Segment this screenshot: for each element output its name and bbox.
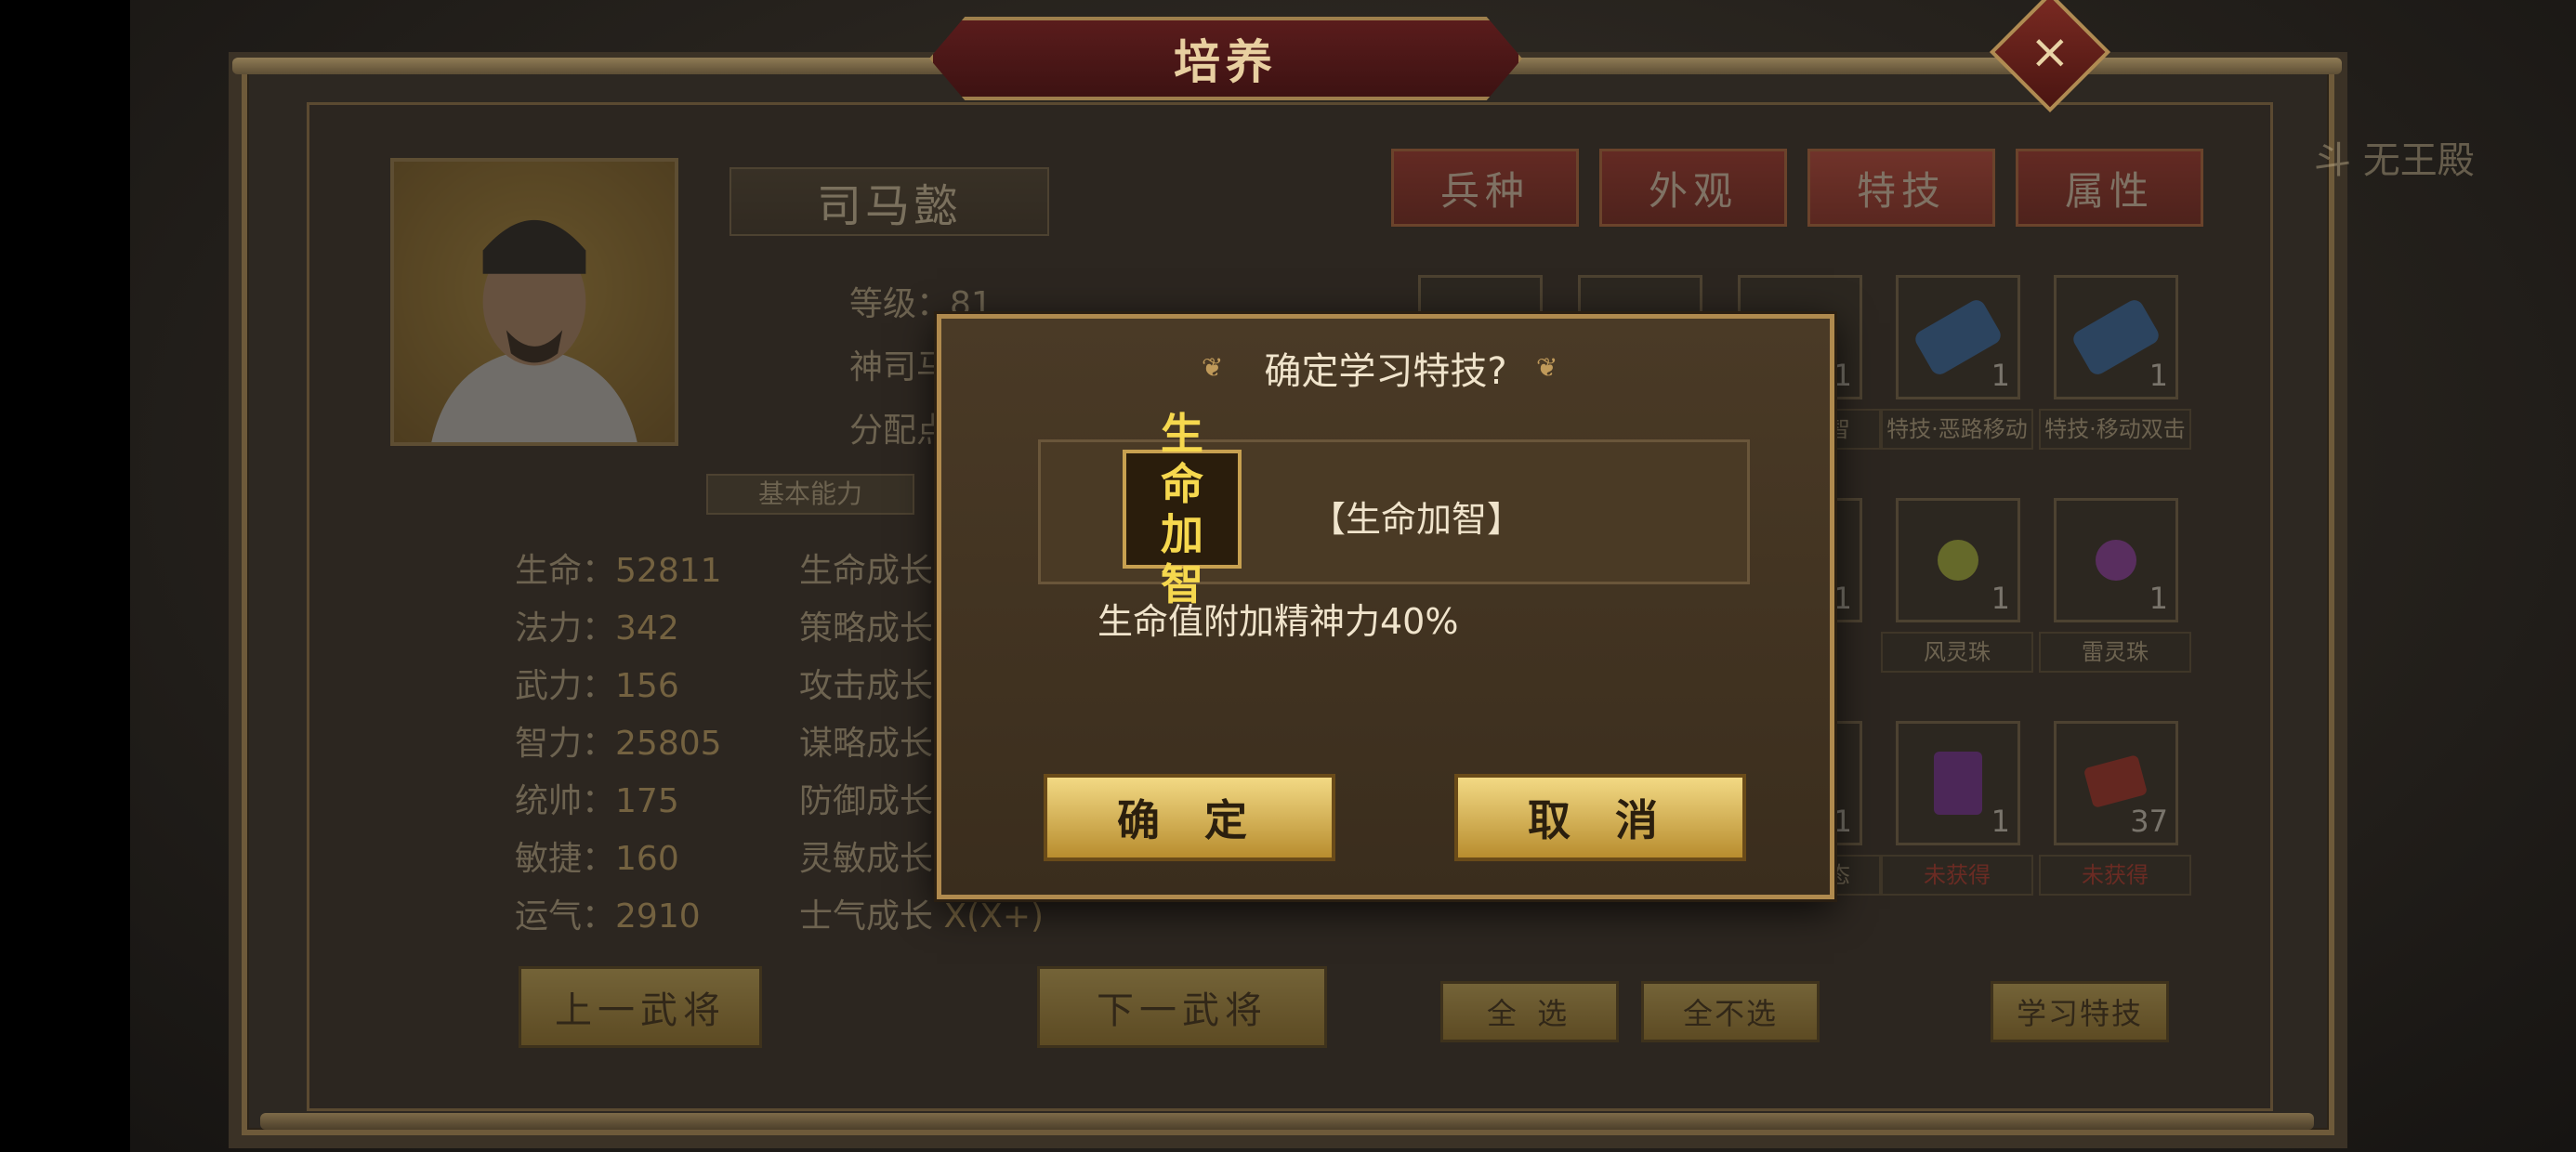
growth-row: 生命成长 bbox=[799, 543, 933, 592]
inventory-slot[interactable]: 1 bbox=[1896, 275, 2020, 399]
close-icon: × bbox=[2030, 23, 2070, 80]
page-title: 培养 bbox=[1174, 35, 1278, 89]
item-count: 1 bbox=[2149, 358, 2168, 393]
growth-label: 防御成长 bbox=[799, 782, 934, 820]
inventory-slot[interactable]: 1 bbox=[1896, 498, 2020, 622]
growth-row: 攻击成长 bbox=[799, 659, 933, 707]
stat-row: 运气：2910 bbox=[515, 889, 701, 937]
item-count: 1 bbox=[2149, 581, 2168, 616]
hero-portrait-image bbox=[431, 219, 637, 442]
panel-bottom-border bbox=[260, 1113, 2314, 1130]
dialog-title: 确定学习特技? bbox=[1264, 350, 1507, 393]
item-count: 1 bbox=[1991, 804, 2010, 839]
prev-hero-button[interactable]: 上一武将 bbox=[519, 966, 762, 1048]
stat-value: 25805 bbox=[615, 725, 722, 763]
item-label: 特技·移动双击 bbox=[2039, 409, 2191, 450]
stat-value: 160 bbox=[615, 840, 679, 878]
stat-row: 生命：52811 bbox=[515, 543, 722, 592]
inventory-slot[interactable]: 1 bbox=[2054, 498, 2178, 622]
skill-description: 生命值附加精神力40% bbox=[1097, 601, 1459, 642]
growth-row: 策略成长 bbox=[799, 601, 933, 649]
item-label: 雷灵珠 bbox=[2039, 632, 2191, 673]
skill-name: 【生命加智】 bbox=[1310, 499, 1523, 540]
growth-label: 士气成长 bbox=[799, 897, 934, 936]
stat-label: 运气： bbox=[515, 897, 616, 936]
stat-label: 敏捷： bbox=[515, 840, 616, 878]
growth-row: 灵敏成长 bbox=[799, 831, 933, 880]
stat-row: 统帅：175 bbox=[515, 774, 679, 822]
hero-name: 司马懿 bbox=[816, 180, 962, 232]
stat-value: 342 bbox=[615, 609, 679, 648]
skill-icon: 生命加智 bbox=[1123, 409, 1242, 609]
basic-ability-label: 基本能力 bbox=[706, 474, 914, 515]
confirm-learn-dialog: ❦ 确定学习特技? ❦ 生命加智 【生命加智】 生命值附加精神力40% 确 定 … bbox=[937, 314, 1834, 899]
stat-value: 2910 bbox=[615, 897, 701, 936]
inventory-slot[interactable]: 37 bbox=[2054, 721, 2178, 845]
inventory-slot[interactable]: 1 bbox=[1896, 721, 2020, 845]
level-label: 等级： bbox=[849, 285, 951, 323]
growth-label: 生命成长 bbox=[799, 552, 934, 590]
stat-label: 统帅： bbox=[515, 782, 616, 820]
hero-info-line-2: 神司马 bbox=[849, 348, 951, 386]
stat-row: 敏捷：160 bbox=[515, 831, 679, 880]
growth-value: X(X+) bbox=[943, 897, 1045, 936]
learn-skill-button[interactable]: 学习特技 bbox=[1991, 981, 2169, 1042]
hero-name-plate: 司马懿 bbox=[729, 167, 1049, 236]
item-label: 特技·恶路移动 bbox=[1881, 409, 2033, 450]
item-label: 风灵珠 bbox=[1881, 632, 2033, 673]
stat-label: 智力： bbox=[515, 725, 616, 763]
title-plaque: 培养 bbox=[929, 17, 1522, 100]
skill-icon-label: 生命加智 bbox=[1161, 409, 1203, 609]
confirm-button[interactable]: 确 定 bbox=[1044, 774, 1335, 861]
skill-info-box: 生命加智 【生命加智】 bbox=[1038, 409, 1750, 609]
item-label: 未获得 bbox=[2039, 855, 2191, 896]
hero-info-line-3: 分配点 bbox=[849, 412, 951, 450]
stat-row: 法力：342 bbox=[515, 601, 679, 649]
growth-label: 策略成长 bbox=[799, 609, 934, 648]
stat-value: 156 bbox=[615, 667, 679, 705]
tab-troop[interactable]: 兵种 bbox=[1391, 149, 1579, 227]
hero-portrait bbox=[390, 158, 678, 446]
deselect-all-button[interactable]: 全不选 bbox=[1641, 981, 1820, 1042]
tab-special-skill[interactable]: 特技 bbox=[1807, 149, 1995, 227]
select-all-button[interactable]: 全 选 bbox=[1440, 981, 1619, 1042]
item-count: 1 bbox=[1991, 358, 2010, 393]
ornament-right-icon: ❦ bbox=[1536, 352, 1558, 383]
growth-label: 灵敏成长 bbox=[799, 840, 934, 878]
tab-appearance[interactable]: 外观 bbox=[1599, 149, 1787, 227]
stat-row: 智力：25805 bbox=[515, 716, 722, 765]
item-count: 1 bbox=[1991, 581, 2010, 616]
next-hero-button[interactable]: 下一武将 bbox=[1037, 966, 1327, 1048]
stat-label: 法力： bbox=[515, 609, 616, 648]
inventory-slot[interactable]: 1 bbox=[2054, 275, 2178, 399]
stat-label: 生命： bbox=[515, 552, 616, 590]
right-edge-text: 斗 无王殿 bbox=[2314, 139, 2475, 182]
growth-label: 谋略成长 bbox=[799, 725, 934, 763]
stat-value: 175 bbox=[615, 782, 679, 820]
growth-row: 谋略成长 bbox=[799, 716, 933, 765]
stat-row: 武力：156 bbox=[515, 659, 679, 707]
item-count: 37 bbox=[2130, 804, 2168, 839]
item-label: 未获得 bbox=[1881, 855, 2033, 896]
tab-attributes[interactable]: 属性 bbox=[2016, 149, 2203, 227]
growth-row: 防御成长 bbox=[799, 774, 933, 822]
cancel-button[interactable]: 取 消 bbox=[1454, 774, 1746, 861]
stat-value: 52811 bbox=[615, 552, 722, 590]
stat-label: 武力： bbox=[515, 667, 616, 705]
growth-label: 攻击成长 bbox=[799, 667, 934, 705]
